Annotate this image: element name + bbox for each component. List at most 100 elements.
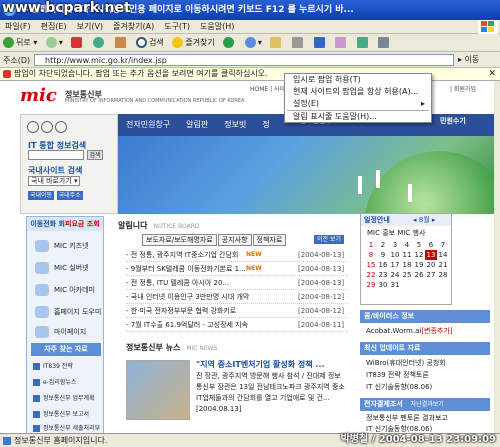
news-row[interactable]: - 전 정통, ITU 텔레콤 아시아 20... [2004-08-13] [126, 276, 348, 290]
calendar-day[interactable]: 17 [389, 260, 401, 270]
fav-item[interactable]: IT839 전략 [33, 361, 103, 373]
sidebar-item-academy[interactable]: MIC 아카데미 [35, 283, 101, 297]
back-button[interactable]: 뒤로 ▾ [0, 34, 40, 51]
site-search-input[interactable] [28, 150, 84, 160]
news-headline[interactable]: "지역 중소IT벤처기업 활성화 정책 ... [196, 359, 325, 370]
forward-button[interactable]: ▾ [43, 34, 66, 51]
tab-press[interactable]: 보도자료/보도해명자료 [142, 234, 217, 246]
refresh-button[interactable] [90, 34, 109, 51]
calendar-day[interactable]: 7 [437, 240, 449, 250]
site-logo[interactable]: mic [20, 85, 57, 106]
menu-tools[interactable]: 도구(T) [159, 20, 195, 34]
research-button[interactable] [375, 34, 394, 51]
popup-allow-always[interactable]: 현재 사이트의 팝업을 항상 허용(A)... [285, 86, 431, 98]
calendar-day[interactable]: 3 [389, 240, 401, 250]
news-row[interactable]: - 전 정통, 광주지역 IT중소기업 간담회 NEW [2004-08-13] [126, 248, 348, 262]
favorites-button[interactable]: 즐겨찾기 [169, 34, 217, 51]
menu-view[interactable]: 보기(V) [72, 20, 108, 34]
virus-item[interactable]: Acobat.Worm.ai[변종추가] [366, 326, 494, 337]
fav-item[interactable]: e-집리함뉴스 [33, 377, 103, 389]
calendar-day[interactable]: 23 [377, 270, 389, 280]
nav-policy[interactable]: 정 [254, 114, 277, 136]
search-button[interactable]: 검색 [133, 34, 167, 51]
top-links[interactable]: HOME | 사이 [250, 84, 285, 93]
sidebar-item-helper[interactable]: 홈페이지 도우미 [35, 305, 101, 319]
calendar-day[interactable]: 6 [425, 240, 437, 250]
calendar-day[interactable]: 15 [365, 260, 377, 270]
calendar-day[interactable]: 16 [377, 260, 389, 270]
calendar-day[interactable]: 22 [365, 270, 377, 280]
mail-button[interactable] [267, 34, 286, 51]
calendar-day[interactable]: 1 [365, 240, 377, 250]
news-thumbnail[interactable] [126, 360, 190, 420]
calendar-day[interactable]: 30 [377, 280, 389, 290]
tab-notice[interactable]: 공지사항 [217, 234, 252, 246]
nav-ad-label[interactable]: 민원수기 [440, 116, 466, 126]
popup-help[interactable]: 알림 표시줄 도움말(H)... [285, 111, 431, 123]
calendar-day[interactable]: 28 [437, 270, 449, 280]
mgmt-item[interactable]: 정보통신부 펜토론 결과보고 [366, 413, 494, 424]
calendar-tabs[interactable]: MIC 홍보 MIC 행사 [367, 228, 425, 239]
calendar-day[interactable]: 10 [389, 250, 401, 260]
media-button[interactable] [220, 34, 239, 51]
calendar-day[interactable]: 11 [401, 250, 413, 260]
news-row[interactable]: - 7월 IT수출 61.9억달러 - 고성장세 지속 [2004-08-11] [126, 318, 348, 332]
nav-notice[interactable]: 알림판 [178, 114, 216, 136]
menu-edit[interactable]: 편집(E) [36, 20, 72, 34]
virus-info-header[interactable]: 콤/바이러스 정보 [360, 310, 490, 323]
domestic-move-button[interactable]: 국내이동 [28, 191, 55, 200]
sidebar-item-silver[interactable]: MIC 실버넷 [35, 261, 101, 275]
calendar-day[interactable]: 29 [365, 280, 377, 290]
fav-item[interactable]: 정보통신부 업무계획 [33, 393, 103, 405]
calendar-day[interactable]: 4 [401, 240, 413, 250]
calendar-month[interactable]: ◂ 8월 ▸ [413, 215, 435, 225]
fav-item[interactable]: 정보통신부 보고서 [33, 409, 103, 421]
calendar-day[interactable]: 26 [413, 270, 425, 280]
news-row[interactable]: - 9월부터 SK텔레콤 이동전화기본료 1... NEW [2004-08-13] [126, 262, 348, 276]
calendar-day[interactable]: 5 [413, 240, 425, 250]
calendar-day[interactable]: 8 [365, 250, 377, 260]
calendar-day[interactable]: 27 [425, 270, 437, 280]
more-button[interactable]: 이전 보기 [314, 235, 344, 244]
history-button[interactable]: ▾ [242, 34, 265, 51]
stop-button[interactable] [68, 34, 87, 51]
update-item[interactable]: WiBro(휴대인터넷) 공청회 [366, 358, 494, 369]
sidebar-header[interactable]: 이동전화 회피요금 조회 [27, 217, 103, 231]
edit-button[interactable] [311, 34, 330, 51]
calendar-day[interactable]: 20 [425, 260, 437, 270]
popup-allow-temp[interactable]: 임시로 팝업 허용(T) [285, 74, 431, 86]
close-icon[interactable]: ✕ [488, 68, 496, 80]
glasses-icon[interactable] [41, 121, 53, 133]
popup-settings[interactable]: 설정(E) ▸ [285, 98, 431, 110]
discuss-button[interactable] [332, 34, 351, 51]
domestic-select[interactable]: 국내 바로가기 ▾ [28, 176, 80, 186]
messenger-button[interactable] [354, 34, 373, 51]
home-button[interactable] [112, 34, 131, 51]
calendar-day[interactable]: 25 [401, 270, 413, 280]
help-icon[interactable] [27, 121, 39, 133]
calendar-day[interactable]: 12 [413, 250, 425, 260]
update-item[interactable]: IT839 전략 정책토론 [366, 370, 494, 381]
print-icon[interactable] [55, 121, 67, 133]
nav-info[interactable]: 정보빗 [216, 114, 254, 136]
print-button[interactable] [289, 34, 308, 51]
calendar-day[interactable]: 13 [425, 250, 437, 260]
calendar-day[interactable]: 14 [437, 250, 449, 260]
tab-policy[interactable]: 정책자료 [252, 234, 287, 246]
signup-link[interactable]: | 회원가입 [450, 84, 476, 93]
site-search-button[interactable]: 검색 [87, 150, 103, 160]
address-input[interactable]: http://www.mic.go.kr/index.jsp [34, 54, 454, 66]
calendar-day[interactable]: 9 [377, 250, 389, 260]
calendar-day[interactable]: 21 [437, 260, 449, 270]
mgmt-more-link[interactable]: 자난결과보기 [411, 401, 444, 408]
calendar-day[interactable]: 19 [413, 260, 425, 270]
nav-civil-service[interactable]: 전자민원창구 [118, 114, 178, 136]
domestic-address-button[interactable]: 국내주소 [56, 191, 83, 200]
calendar-day[interactable]: 24 [389, 270, 401, 280]
menu-help[interactable]: 도움말(H) [195, 20, 239, 34]
menu-file[interactable]: 파일(F) [0, 20, 36, 34]
vertical-scrollbar[interactable] [494, 81, 500, 433]
menu-favorites[interactable]: 즐겨찾기(A) [108, 20, 159, 34]
news-row[interactable]: - 한·미국 전자정부부문 협력 강화키로 [2004-08-12] [126, 304, 348, 318]
sidebar-item-kids[interactable]: MIC 키즈넷 [35, 239, 101, 253]
